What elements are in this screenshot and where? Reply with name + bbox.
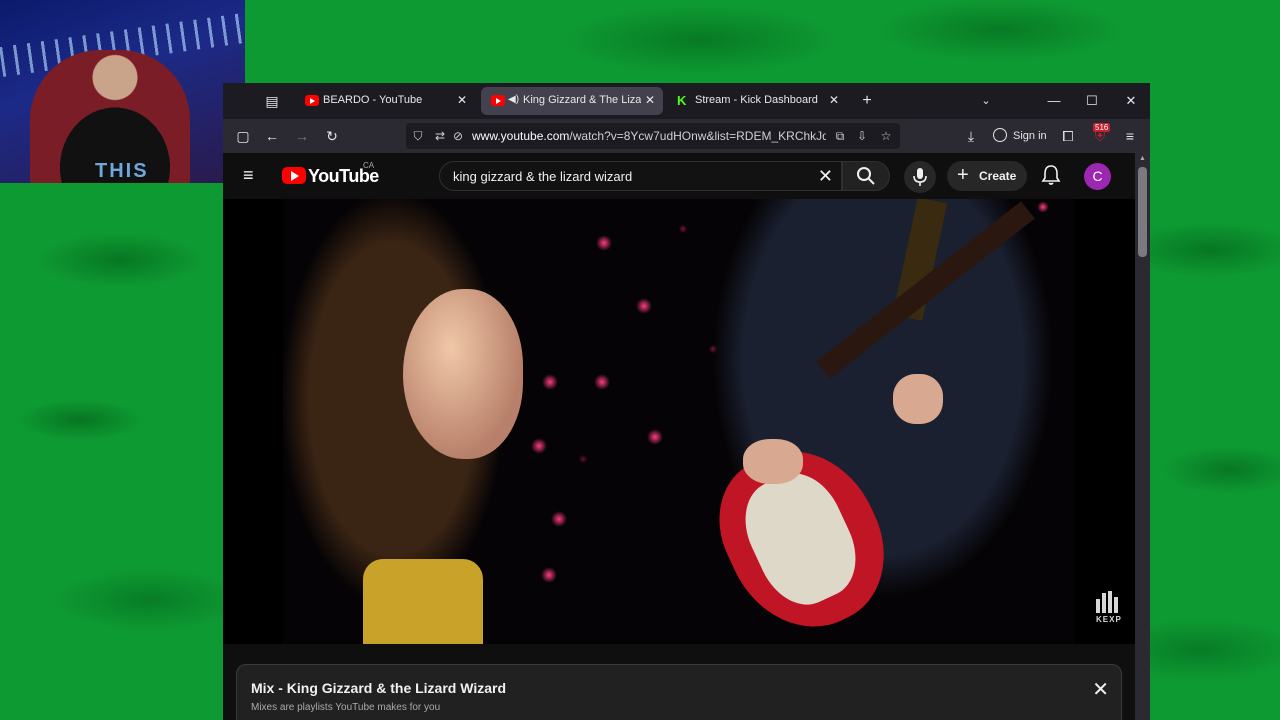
kexp-bars-icon (1096, 591, 1122, 613)
tab-overview-icon[interactable]: ▤ (263, 92, 281, 110)
download-video-icon[interactable]: ⇩ (854, 128, 870, 144)
video-player[interactable] (283, 199, 1075, 644)
picture-in-picture-icon[interactable]: ⧉ (832, 128, 848, 144)
extensions-puzzle-icon[interactable]: ⧠ (1059, 127, 1077, 145)
close-playlist-icon[interactable]: ✕ (1092, 680, 1109, 700)
youtube-icon (491, 95, 505, 106)
search-query-text: king gizzard & the lizard wizard (453, 169, 633, 184)
sidebar-toggle-icon[interactable]: ▢ (234, 127, 252, 145)
voice-search-button[interactable] (904, 161, 936, 193)
youtube-masthead: ≡ YouTube CA king gizzard & the lizard w… (223, 153, 1135, 199)
shield-icon[interactable]: ⛉ (410, 128, 426, 144)
kick-icon: K (677, 93, 687, 108)
fretting-hand (893, 374, 943, 424)
below-player-area: Mix - King Gizzard & the Lizard Wizard M… (223, 644, 1135, 720)
strumming-hand (743, 439, 803, 484)
tab-kick-dashboard[interactable]: K Stream - Kick Dashboard ✕ (667, 87, 847, 115)
tab-bar: ▤ BEARDO - YouTube ✕ ◀) King Gizzard & T… (223, 83, 1150, 119)
scroll-thumb[interactable] (1138, 167, 1147, 257)
youtube-play-icon (282, 167, 306, 184)
mute-icon[interactable]: ⊘ (450, 128, 466, 144)
webcam-overlay: THIS (0, 0, 245, 183)
account-icon (993, 128, 1007, 142)
video-yellow-shirt (363, 559, 483, 644)
close-tab-icon[interactable]: ✕ (827, 92, 841, 108)
app-menu-icon[interactable]: ≡ (1121, 127, 1139, 145)
downloads-icon[interactable]: ⤓ (962, 127, 980, 145)
browser-window: ▤ BEARDO - YouTube ✕ ◀) King Gizzard & T… (223, 83, 1150, 720)
url-text[interactable]: www.youtube.com/watch?v=8Ycw7udHOnw&list… (472, 129, 826, 143)
window-close-icon[interactable]: ✕ (1120, 91, 1142, 111)
kexp-label: KEXP (1096, 615, 1122, 624)
create-button[interactable]: + Create (947, 161, 1027, 191)
page-scrollbar[interactable]: ▲ (1135, 153, 1150, 720)
minimize-icon[interactable]: — (1043, 91, 1065, 111)
search-button[interactable] (842, 161, 890, 191)
tab-title: Stream - Kick Dashboard (695, 94, 818, 106)
mix-playlist-panel: Mix - King Gizzard & the Lizard Wizard M… (236, 664, 1122, 720)
tab-title: King Gizzard & The Lizard W (523, 94, 641, 106)
back-arrow-icon[interactable]: ← (263, 127, 281, 145)
close-tab-icon[interactable]: ✕ (643, 92, 657, 108)
plus-icon: + (957, 164, 969, 186)
speaker-icon[interactable]: ◀) (508, 94, 519, 105)
sign-in-label: Sign in (1013, 130, 1047, 142)
notifications-bell-icon[interactable] (1041, 164, 1061, 186)
close-tab-icon[interactable]: ✕ (455, 92, 469, 108)
kexp-watermark-logo: KEXP (1096, 591, 1122, 625)
region-code: CA (363, 161, 375, 170)
avatar[interactable]: C (1084, 163, 1111, 190)
clear-search-icon[interactable]: ✕ (818, 166, 833, 186)
tab-title: BEARDO - YouTube (323, 94, 423, 106)
create-label: Create (979, 169, 1017, 183)
new-tab-plus-icon[interactable]: + (858, 92, 876, 110)
microphone-icon (913, 168, 927, 186)
tab-beardo[interactable]: BEARDO - YouTube ✕ (295, 87, 475, 115)
nav-toolbar: ▢ ← → ↻ ⛉ ⇄ ⊘ www.youtube.com/watch?v=8Y… (223, 119, 1150, 153)
permissions-icon[interactable]: ⇄ (432, 128, 448, 144)
bookmark-star-icon[interactable]: ☆ (878, 128, 894, 144)
maximize-icon[interactable]: ☐ (1081, 91, 1103, 111)
scroll-up-arrow-icon[interactable]: ▲ (1138, 155, 1147, 163)
mix-subtitle: Mixes are playlists YouTube makes for yo… (251, 702, 441, 713)
sign-in-button[interactable]: Sign in (993, 125, 1047, 147)
tab-king-gizzard[interactable]: ◀) King Gizzard & The Lizard W ✕ (481, 87, 663, 115)
url-bar[interactable]: ⛉ ⇄ ⊘ www.youtube.com/watch?v=8Ycw7udHOn… (406, 123, 900, 149)
guide-menu-icon[interactable]: ≡ (243, 166, 261, 184)
youtube-icon (305, 95, 319, 106)
video-face (403, 289, 523, 459)
reload-icon[interactable]: ↻ (323, 127, 341, 145)
list-all-tabs-chevron-icon[interactable]: ⌄ (977, 92, 995, 110)
extension-badge: 516 (1093, 123, 1111, 132)
mix-title[interactable]: Mix - King Gizzard & the Lizard Wizard (251, 680, 506, 696)
search-icon (857, 167, 875, 185)
search-input[interactable]: king gizzard & the lizard wizard ✕ (439, 161, 842, 191)
shirt-text: THIS (95, 160, 149, 182)
forward-arrow-icon[interactable]: → (293, 127, 311, 145)
